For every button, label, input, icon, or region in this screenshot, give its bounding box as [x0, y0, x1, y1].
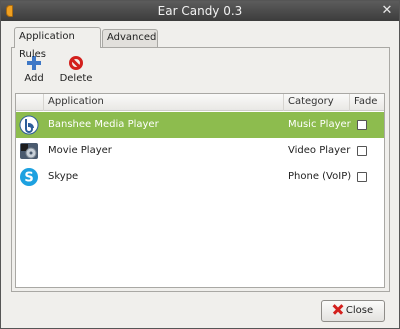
app-category: Music Player [288, 119, 351, 130]
app-name: Movie Player [48, 145, 112, 156]
app-name: Skype [48, 171, 79, 182]
tab-label: Advanced [107, 32, 157, 43]
fade-checkbox[interactable] [357, 120, 367, 130]
delete-button[interactable]: Delete [56, 53, 96, 84]
table-row[interactable]: S Skype Phone (VoIP) [16, 164, 384, 190]
table-row[interactable]: Movie Player Video Player [16, 138, 384, 164]
app-name: Banshee Media Player [48, 119, 159, 130]
skype-icon: S [20, 168, 38, 186]
add-label: Add [24, 73, 44, 84]
movie-player-icon [20, 143, 38, 159]
title-bar[interactable]: Ear Candy 0.3 ✕ [1, 1, 399, 21]
tab-advanced[interactable]: Advanced [102, 29, 158, 47]
fade-checkbox[interactable] [357, 146, 367, 156]
window-close-icon[interactable]: ✕ [381, 1, 393, 21]
app-window: Ear Candy 0.3 ✕ Application Rules Advanc… [0, 0, 400, 329]
tab-application-rules[interactable]: Application Rules [14, 27, 101, 60]
header-fade[interactable]: Fade [350, 94, 384, 111]
header-application[interactable]: Application [44, 94, 284, 111]
header-icon-column[interactable] [16, 94, 44, 111]
app-category: Phone (VoIP) [288, 171, 352, 182]
application-rules-table: Application Category Fade Banshee Media … [15, 93, 385, 288]
delete-icon [68, 55, 84, 71]
fade-checkbox[interactable] [357, 172, 367, 182]
window-title: Ear Candy 0.3 [157, 4, 243, 18]
banshee-icon [19, 115, 39, 135]
close-label: Close [345, 305, 374, 316]
delete-label: Delete [59, 73, 93, 84]
app-menu-icon[interactable] [6, 5, 13, 17]
table-header: Application Category Fade [16, 94, 384, 111]
header-category[interactable]: Category [284, 94, 350, 111]
table-row[interactable]: Banshee Media Player Music Player [16, 112, 384, 138]
app-category: Video Player [288, 145, 351, 156]
close-button[interactable]: Close [321, 300, 385, 322]
close-icon [333, 304, 343, 314]
svg-text:S: S [24, 171, 33, 186]
